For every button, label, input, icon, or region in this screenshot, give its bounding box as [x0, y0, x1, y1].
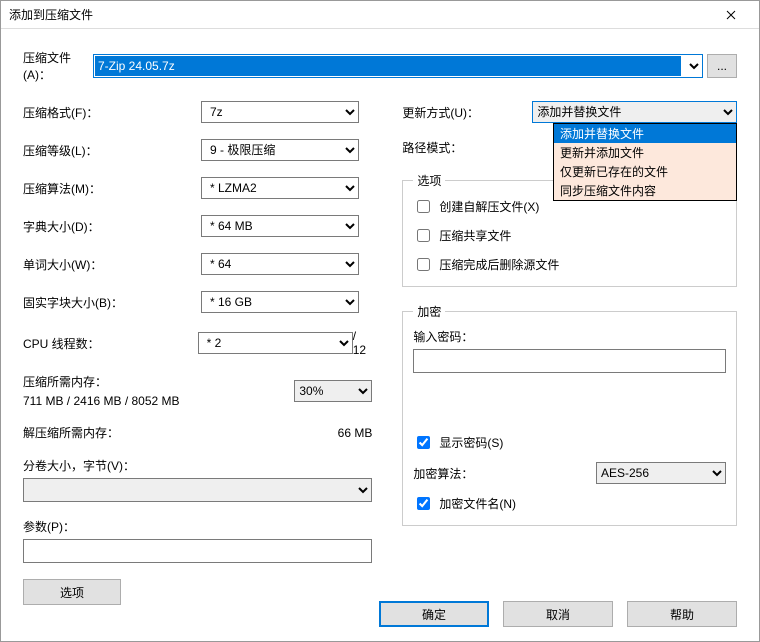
- mem-comp-label: 压缩所需内存：: [23, 373, 294, 390]
- threads-total: / 12: [353, 329, 373, 357]
- method-label: 压缩算法(M)：: [23, 180, 201, 197]
- format-label: 压缩格式(F)：: [23, 104, 201, 121]
- password-label: 输入密码：: [413, 328, 726, 345]
- encryption-fieldset: 加密 输入密码： 显示密码(S) 加密算法： AES-256 加密文件名(N): [402, 303, 737, 526]
- level-select[interactable]: 9 - 极限压缩: [201, 139, 359, 161]
- update-option[interactable]: 更新并添加文件: [554, 143, 736, 162]
- encalg-label: 加密算法：: [413, 465, 596, 482]
- encryption-legend: 加密: [413, 303, 445, 320]
- split-select[interactable]: [23, 478, 372, 502]
- params-input[interactable]: [23, 539, 372, 563]
- level-label: 压缩等级(L)：: [23, 142, 201, 159]
- window-title: 添加到压缩文件: [9, 6, 711, 23]
- threads-label: CPU 线程数：: [23, 335, 198, 352]
- help-button[interactable]: 帮助: [627, 601, 737, 627]
- format-select[interactable]: 7z: [201, 101, 359, 123]
- password-input[interactable]: [413, 349, 726, 373]
- dict-label: 字典大小(D)：: [23, 218, 201, 235]
- method-select[interactable]: * LZMA2: [201, 177, 359, 199]
- update-option[interactable]: 仅更新已存在的文件: [554, 162, 736, 181]
- shared-checkbox[interactable]: 压缩共享文件: [413, 226, 726, 245]
- update-label: 更新方式(U)：: [402, 104, 532, 121]
- mem-comp-detail: 711 MB / 2416 MB / 8052 MB: [23, 394, 294, 408]
- archive-input[interactable]: [93, 54, 703, 78]
- solid-label: 固实字块大小(B)：: [23, 294, 201, 311]
- options-legend: 选项: [413, 172, 445, 189]
- archive-label: 压缩文件(A)：: [23, 49, 89, 83]
- browse-button[interactable]: ...: [707, 54, 737, 78]
- showpw-checkbox[interactable]: 显示密码(S): [413, 433, 726, 452]
- word-label: 单词大小(W)：: [23, 256, 201, 273]
- ok-button[interactable]: 确定: [379, 601, 489, 627]
- delete-checkbox[interactable]: 压缩完成后删除源文件: [413, 255, 726, 274]
- params-label: 参数(P)：: [23, 518, 372, 535]
- threads-select[interactable]: * 2: [198, 332, 353, 354]
- solid-select[interactable]: * 16 GB: [201, 291, 359, 313]
- word-select[interactable]: * 64: [201, 253, 359, 275]
- mem-decomp-label: 解压缩所需内存：: [23, 424, 201, 441]
- split-label: 分卷大小，字节(V)：: [23, 457, 372, 474]
- cancel-button[interactable]: 取消: [503, 601, 613, 627]
- update-dropdown[interactable]: 添加并替换文件 更新并添加文件 仅更新已存在的文件 同步压缩文件内容: [553, 123, 737, 201]
- update-option[interactable]: 添加并替换文件: [554, 124, 736, 143]
- mem-pct-select[interactable]: 30%: [294, 380, 372, 402]
- dict-select[interactable]: * 64 MB: [201, 215, 359, 237]
- options-button[interactable]: 选项: [23, 579, 121, 605]
- close-button[interactable]: [711, 1, 751, 29]
- encalg-select[interactable]: AES-256: [596, 462, 726, 484]
- update-select[interactable]: 添加并替换文件: [532, 101, 737, 123]
- encnames-checkbox[interactable]: 加密文件名(N): [413, 494, 726, 513]
- update-option[interactable]: 同步压缩文件内容: [554, 181, 736, 200]
- mem-decomp-value: 66 MB: [338, 426, 373, 440]
